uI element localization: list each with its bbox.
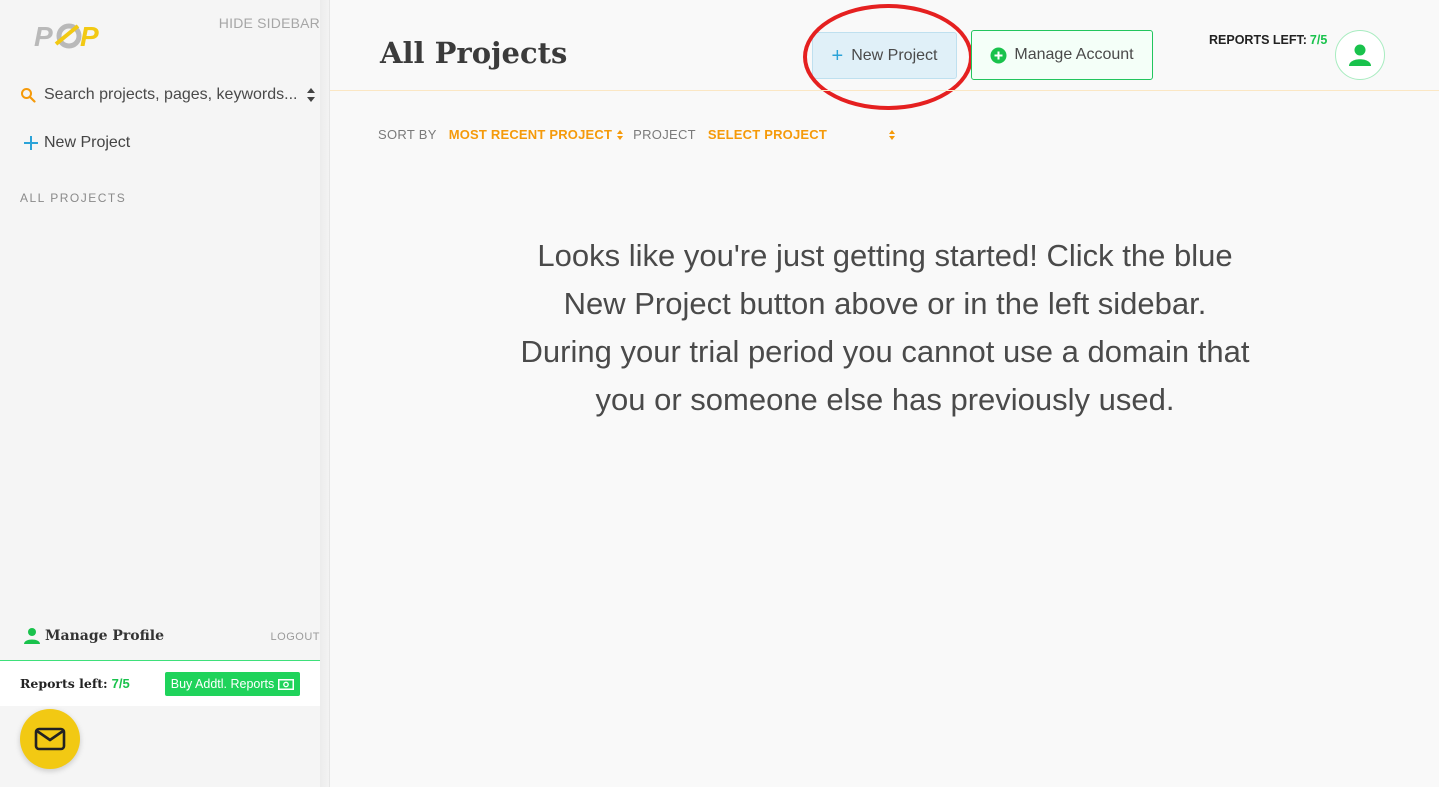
manage-account-label: Manage Account (1014, 46, 1134, 63)
project-select[interactable]: SELECT PROJECT (708, 127, 884, 142)
header-reports-left-label: REPORTS LEFT: (1209, 33, 1307, 47)
plus-circle-icon (990, 47, 1007, 63)
manage-profile-label: Manage Profile (45, 628, 165, 644)
all-projects-heading: ALL PROJECTS (20, 191, 127, 205)
page-title: All Projects (380, 36, 568, 70)
sort-caret-icon[interactable] (616, 129, 624, 141)
sort-by-label: SORT BY (378, 127, 437, 142)
empty-state-line-1: Looks like you're just getting started! … (537, 238, 1233, 321)
sidebar: P P HIDE SIDEBAR Search projects, pages,… (0, 0, 320, 787)
buy-reports-button[interactable]: Buy Addtl. Reports (165, 672, 300, 696)
filter-row: SORT BY MOST RECENT PROJECT PROJECT SELE… (378, 127, 896, 142)
plus-icon (24, 136, 38, 150)
pop-logo[interactable]: P P (34, 18, 114, 52)
sidebar-new-project-button[interactable]: New Project (23, 134, 130, 152)
header-divider (330, 90, 1439, 91)
empty-state-message: Looks like you're just getting started! … (520, 232, 1250, 424)
project-caret-icon[interactable] (888, 129, 896, 141)
avatar[interactable] (1335, 30, 1385, 80)
sidebar-search[interactable]: Search projects, pages, keywords... (20, 82, 320, 108)
search-input[interactable]: Search projects, pages, keywords... (44, 86, 306, 104)
money-icon (278, 678, 295, 690)
svg-text:P: P (80, 21, 99, 52)
logout-link[interactable]: LOGOUT (271, 631, 320, 643)
plus-icon: + (831, 44, 844, 67)
buy-reports-label: Buy Addtl. Reports (170, 677, 275, 691)
new-project-button[interactable]: + New Project (812, 32, 957, 79)
header-reports-left: REPORTS LEFT: 7/5 (1209, 33, 1327, 47)
hide-sidebar-link[interactable]: HIDE SIDEBAR (219, 15, 320, 31)
sidebar-divider (320, 0, 330, 787)
mail-icon (34, 727, 66, 751)
search-icon (21, 88, 36, 103)
sort-by-select[interactable]: MOST RECENT PROJECT (449, 127, 612, 142)
sort-arrows-icon[interactable] (306, 87, 316, 103)
new-project-label: New Project (851, 46, 938, 64)
reports-left-value: 7/5 (111, 676, 130, 691)
header-reports-left-value: 7/5 (1309, 33, 1328, 47)
manage-account-button[interactable]: Manage Account (971, 30, 1153, 80)
user-icon (24, 628, 40, 644)
reports-left-label: Reports left: (20, 676, 108, 691)
project-filter-label: PROJECT (633, 127, 696, 142)
sidebar-reports-bar: Reports left: 7/5 Buy Addtl. Reports (0, 660, 320, 706)
manage-profile-link[interactable]: Manage Profile (23, 627, 164, 645)
user-icon (1349, 44, 1371, 66)
main-content: All Projects + New Project Manage Accoun… (330, 0, 1439, 787)
svg-text:P: P (34, 21, 53, 52)
empty-state-line-2: During your trial period you cannot use … (520, 334, 1250, 417)
sidebar-new-project-label: New Project (44, 134, 131, 151)
mail-chat-button[interactable] (20, 709, 80, 769)
